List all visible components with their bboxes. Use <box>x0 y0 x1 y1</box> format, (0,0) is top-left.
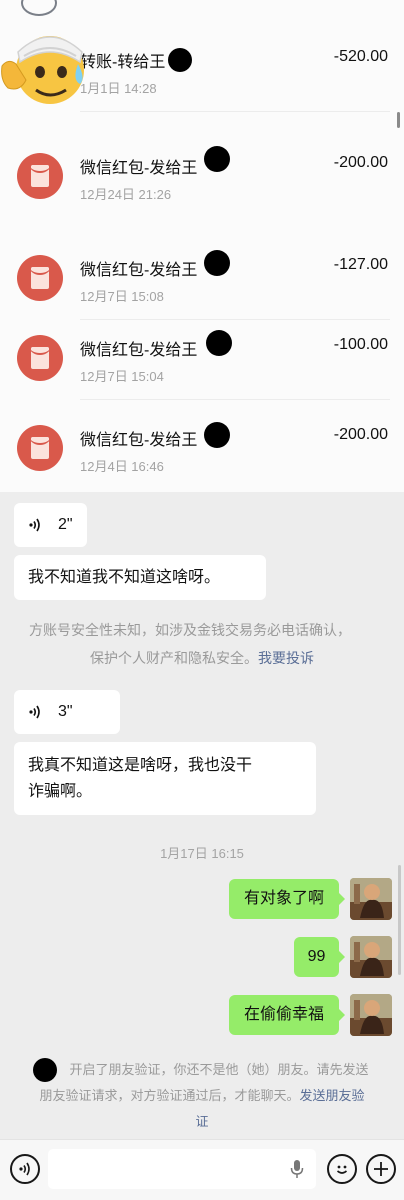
redaction-mark <box>204 146 230 172</box>
message-text: 有对象了啊 <box>243 890 324 907</box>
warning-line: 方账号安全性未知，如涉及金钱交易务必电话确认， <box>29 622 351 638</box>
transaction-amount: -200.00 <box>333 426 388 443</box>
transaction-date: 12月7日 15:08 <box>80 289 164 304</box>
voice-toggle-button[interactable] <box>10 1154 40 1184</box>
message-text: 诈骗啊。 <box>28 783 93 800</box>
incoming-message[interactable]: 我真不知道这是啥呀，我也没干 诈骗啊。 <box>14 742 316 815</box>
voice-wave-icon <box>29 518 40 532</box>
red-packet-icon <box>17 153 63 199</box>
incoming-message[interactable]: 我不知道我不知道这啥呀。 <box>14 555 266 600</box>
voice-wave-icon <box>29 705 40 719</box>
redaction-mark <box>206 330 232 356</box>
red-packet-icon <box>17 425 63 471</box>
outgoing-message[interactable]: 99 <box>294 937 345 977</box>
avatar[interactable] <box>350 994 392 1036</box>
list-scrollbar[interactable] <box>397 112 400 128</box>
transaction-amount: -200.00 <box>333 154 388 171</box>
transaction-amount: -520.00 <box>333 48 388 65</box>
message-input[interactable] <box>48 1149 316 1189</box>
redaction-mark <box>204 250 230 276</box>
friend-verification-notice: 开启了朋友验证，你还不是他（她）朋友。请先发送 朋友验证请求，对方验证通过后，才… <box>0 1057 404 1135</box>
verify-line: 开启了朋友验证，你还不是他（她）朋友。请先发送 <box>69 1062 369 1077</box>
sweating-bandage-emoji-icon <box>1 36 84 104</box>
voice-toggle-icon <box>19 1162 30 1176</box>
send-verification-link[interactable]: 发送朋友验 <box>300 1088 365 1103</box>
red-packet-icon <box>17 255 63 301</box>
transaction-title: 微信红包-发给王 <box>80 432 198 449</box>
transaction-date: 12月7日 15:04 <box>80 369 164 384</box>
plus-button[interactable] <box>366 1154 396 1184</box>
microphone-icon[interactable] <box>290 1159 304 1179</box>
transaction-amount: -127.00 <box>333 256 388 273</box>
transaction-row[interactable]: 微信红包-发给王 12月7日 15:08 -127.00 <box>0 234 404 320</box>
plus-icon <box>374 1162 388 1176</box>
message-text: 我不知道我不知道这啥呀。 <box>28 569 221 586</box>
red-packet-icon <box>17 335 63 381</box>
transaction-title: 转账-转给王 <box>80 54 166 71</box>
redaction-mark <box>168 48 192 72</box>
outgoing-message[interactable]: 有对象了啊 <box>229 879 345 919</box>
transaction-amount: -100.00 <box>333 336 388 353</box>
transaction-date: 12月4日 16:46 <box>80 459 164 474</box>
transaction-date: 1月1日 14:28 <box>80 81 157 96</box>
report-link[interactable]: 我要投诉 <box>258 650 314 666</box>
redaction-mark <box>33 1058 57 1082</box>
transaction-date: 12月24日 21:26 <box>80 187 172 202</box>
row-divider <box>80 399 390 400</box>
send-verification-link-cont[interactable]: 证 <box>195 1114 208 1129</box>
chat-timestamp: 1月17日 16:15 <box>160 846 244 861</box>
emoji-button[interactable] <box>327 1154 357 1184</box>
voice-duration: 3" <box>58 703 73 720</box>
voice-message[interactable]: 2" <box>14 503 87 547</box>
avatar-image <box>350 878 392 920</box>
warning-line: 保护个人财产和隐私安全。 <box>90 650 258 666</box>
message-text: 我真不知道这是啥呀，我也没干 <box>28 757 253 774</box>
transaction-row[interactable]: 微信红包-发给王 12月4日 16:46 -200.00 <box>0 404 404 490</box>
security-warning: 方账号安全性未知，如涉及金钱交易务必电话确认， 保护个人财产和隐私安全。我要投诉 <box>0 616 404 672</box>
row-divider <box>80 111 390 112</box>
chat-scrollbar[interactable] <box>398 865 401 975</box>
redaction-mark <box>204 422 230 448</box>
avatar[interactable] <box>350 936 392 978</box>
transaction-row[interactable]: 微信红包-发给王 12月7日 15:04 -100.00 <box>0 314 404 400</box>
verify-line: 朋友验证请求，对方验证通过后，才能聊天。 <box>39 1088 300 1103</box>
avatar-image <box>350 936 392 978</box>
input-bar <box>0 1139 404 1200</box>
message-text: 99 <box>307 948 326 965</box>
voice-duration: 2" <box>58 516 73 533</box>
transaction-row[interactable]: 微信红包-发给王 12月24日 21:26 -200.00 <box>0 132 404 218</box>
transaction-title: 微信红包-发给王 <box>80 342 198 359</box>
transaction-title: 微信红包-发给王 <box>80 262 198 279</box>
outgoing-message[interactable]: 在偷偷幸福 <box>229 995 345 1035</box>
voice-message[interactable]: 3" <box>14 690 120 734</box>
transaction-title: 微信红包-发给王 <box>80 160 198 177</box>
emoji-icon <box>336 1165 348 1174</box>
message-text: 在偷偷幸福 <box>243 1006 324 1023</box>
avatar-image <box>350 994 392 1036</box>
previous-item-icon <box>21 0 57 16</box>
transaction-list: 转账-转给王 1月1日 14:28 -520.00 微信红包-发给王 12月24… <box>0 0 404 492</box>
avatar[interactable] <box>350 878 392 920</box>
